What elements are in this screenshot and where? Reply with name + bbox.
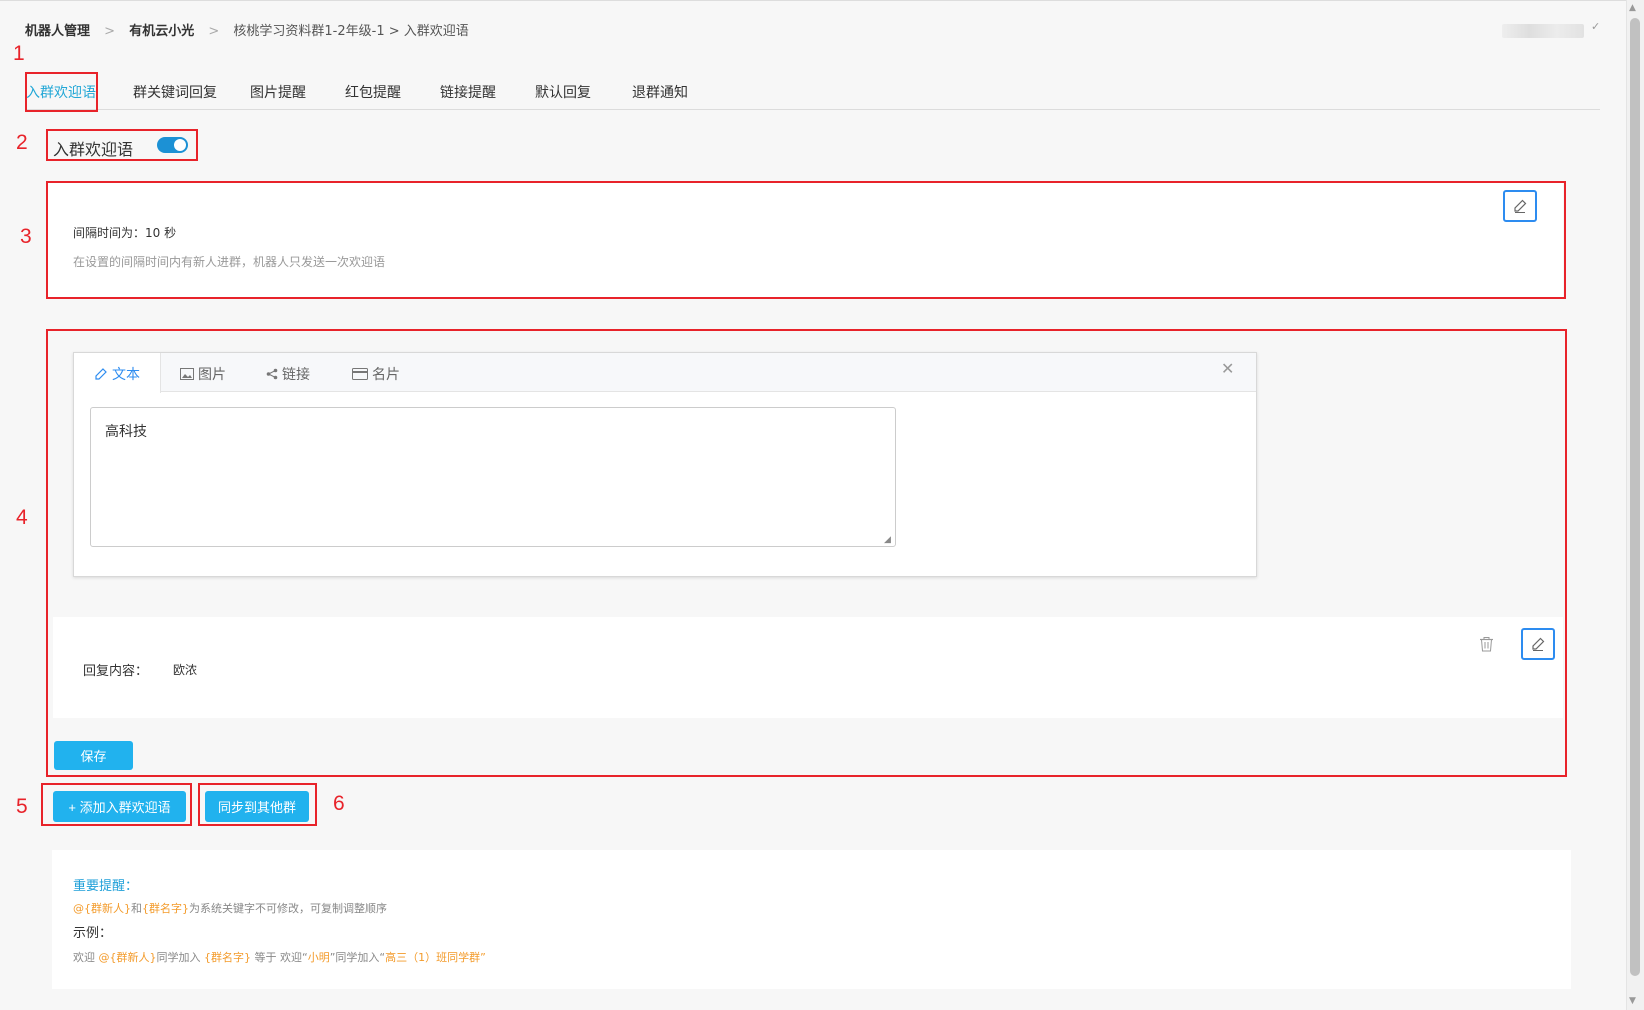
annotation-box-4: [46, 329, 1567, 777]
annotation-box-6: [198, 783, 317, 826]
breadcrumb-robot-name[interactable]: 有机云小光: [129, 24, 194, 39]
breadcrumb: 机器人管理 > 有机云小光 > 核桃学习资料群1-2年级-1 > 入群欢迎语: [25, 20, 469, 39]
example-part-4: ”同学加入“: [329, 951, 386, 964]
annotation-box-3: [46, 181, 1566, 299]
example-part-2: 同学加入: [156, 951, 201, 964]
scroll-down-arrow-icon[interactable]: ▼: [1629, 996, 1636, 1006]
annotation-number-5: 5: [16, 795, 28, 818]
tab-link-alert[interactable]: 链接提醒: [440, 82, 496, 102]
tab-red-packet-alert[interactable]: 红包提醒: [345, 82, 401, 102]
scrollbar-thumb[interactable]: [1630, 18, 1640, 976]
user-name-blurred[interactable]: [1502, 24, 1584, 38]
tab-leave-notice[interactable]: 退群通知: [632, 82, 688, 102]
example-group: 高三（1）班同学群: [385, 951, 481, 964]
annotation-number-2: 2: [16, 131, 28, 154]
annotation-number-4: 4: [16, 506, 28, 529]
notice-rule-line: @{群新人}和{群名字}为系统关键字不可修改，可复制调整顺序: [73, 900, 387, 916]
notice-title: 重要提醒：: [73, 879, 139, 894]
tab-image-alert[interactable]: 图片提醒: [250, 82, 306, 102]
notice-rule-text: 为系统关键字不可修改，可复制调整顺序: [189, 902, 387, 915]
breadcrumb-robot-management[interactable]: 机器人管理: [25, 24, 90, 39]
example-keyword-group: {群名字}: [204, 951, 251, 964]
breadcrumb-separator: >: [208, 24, 220, 39]
annotation-box-2: [46, 129, 198, 161]
notice-and: 和: [131, 902, 142, 915]
keyword-newcomer: @{群新人}: [73, 902, 131, 915]
annotation-number-3: 3: [20, 225, 32, 248]
breadcrumb-current: 核桃学习资料群1-2年级-1 > 入群欢迎语: [233, 24, 469, 39]
annotation-box-5: [41, 783, 192, 826]
example-name: 小明: [307, 951, 330, 964]
notice-example-title: 示例：: [73, 926, 113, 941]
feature-tabs: 入群欢迎语 群关键词回复 图片提醒 红包提醒 链接提醒 默认回复 退群通知: [25, 78, 1600, 110]
scroll-up-arrow-icon[interactable]: ▲: [1629, 3, 1636, 13]
keyword-group-name: {群名字}: [142, 902, 189, 915]
example-part-1: 欢迎: [73, 951, 95, 964]
example-part-5: ”: [480, 951, 486, 964]
tab-keyword-reply[interactable]: 群关键词回复: [133, 82, 217, 102]
example-keyword-newcomer: @{群新人}: [98, 951, 157, 964]
annotation-box-1: [25, 72, 98, 112]
notice-example-line: 欢迎 @{群新人}同学加入 {群名字} 等于 欢迎“小明”同学加入“高三（1）班…: [73, 949, 486, 965]
user-menu-caret-icon[interactable]: ✓: [1591, 20, 1600, 33]
important-notice-panel: [52, 850, 1571, 989]
breadcrumb-separator: >: [104, 24, 116, 39]
annotation-number-1: 1: [13, 42, 25, 65]
annotation-number-6: 6: [333, 792, 345, 815]
tab-default-reply[interactable]: 默认回复: [535, 82, 591, 102]
example-part-3: 等于 欢迎“: [254, 951, 308, 964]
